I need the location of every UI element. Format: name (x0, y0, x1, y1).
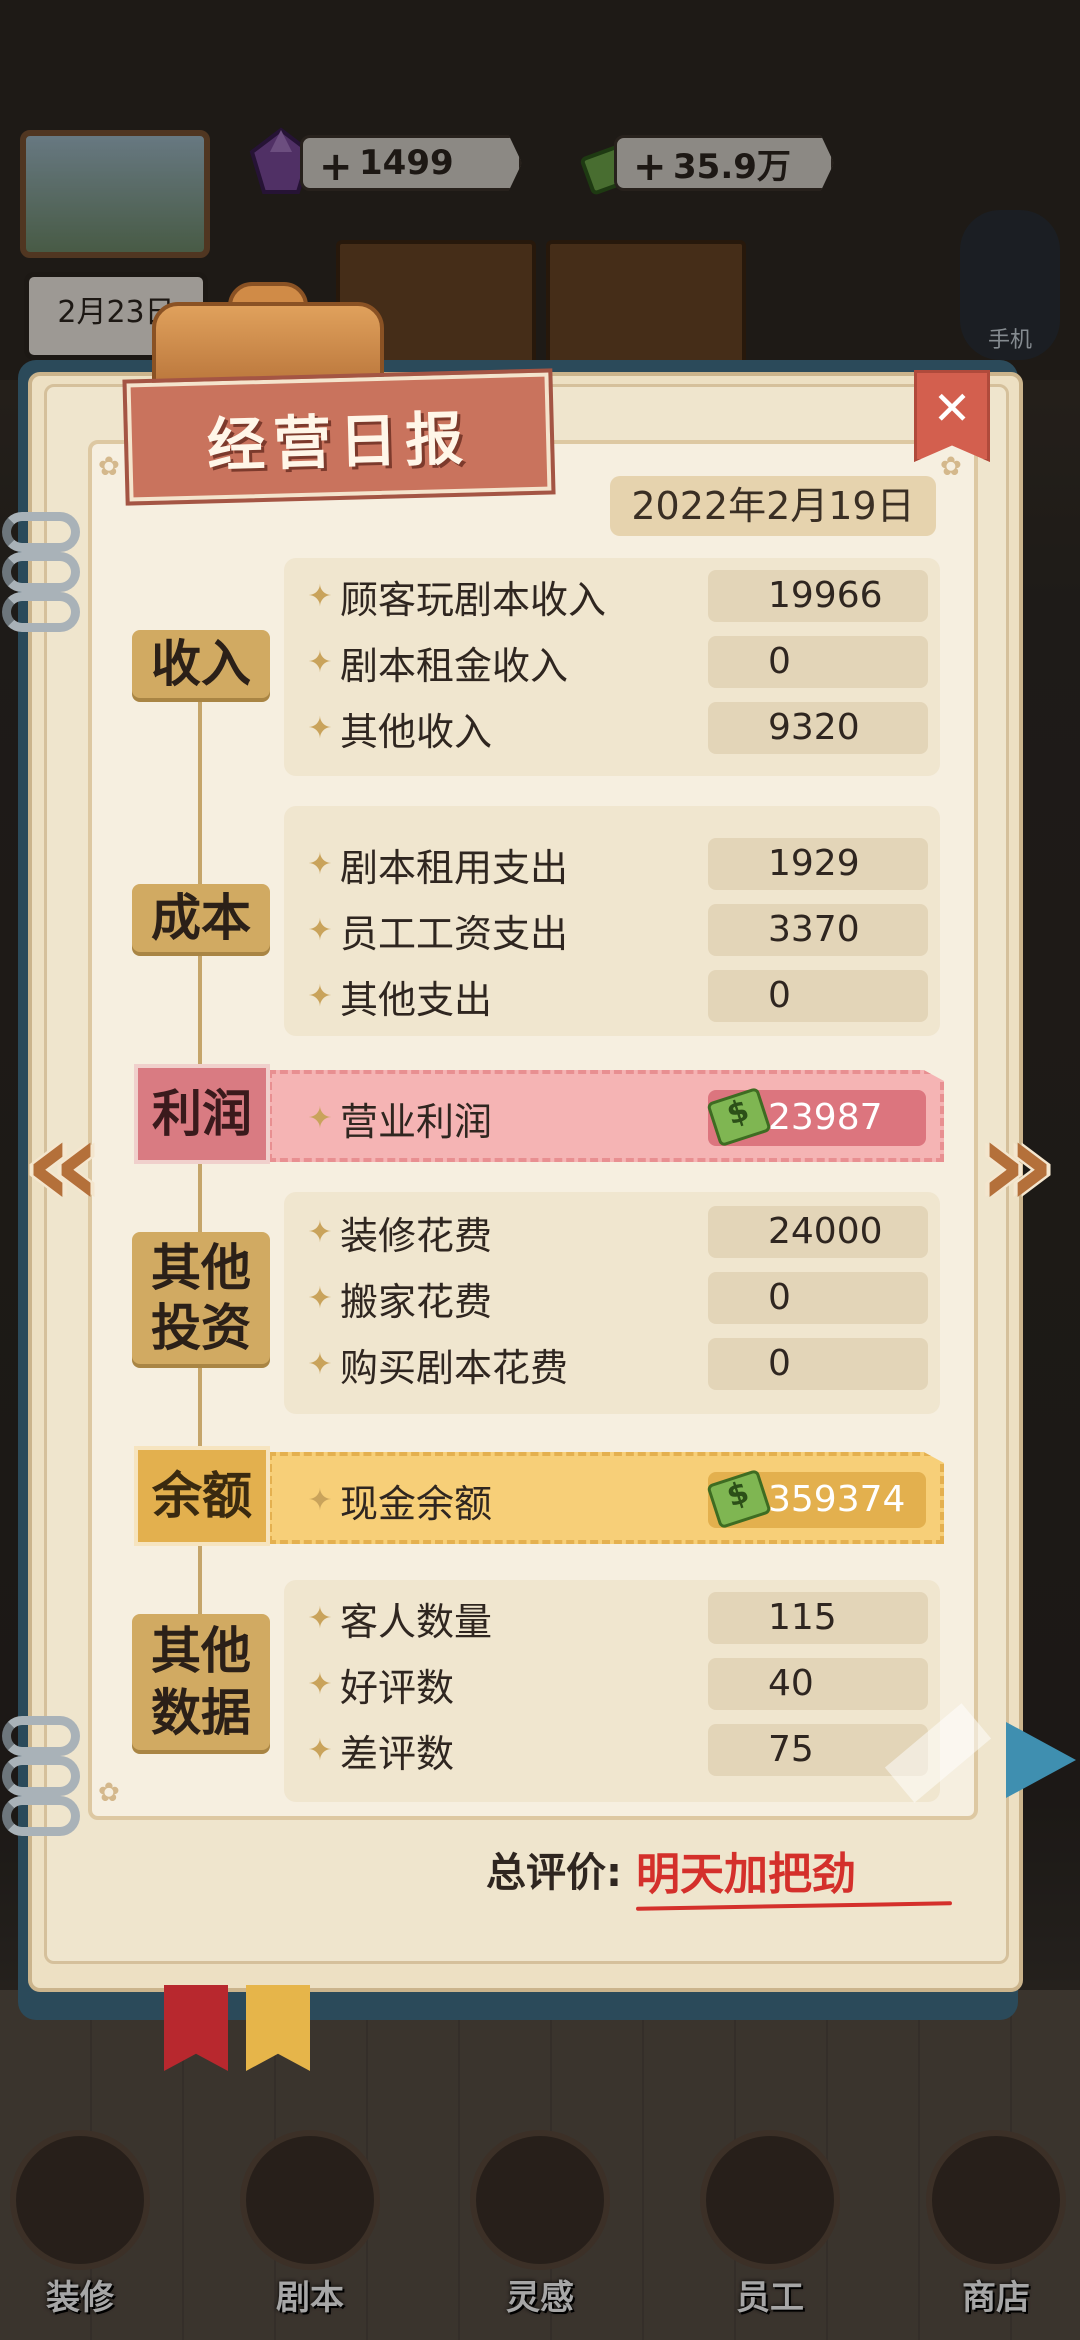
report-title: 经营日报 (122, 368, 556, 506)
row-label: 现金余额 (340, 1481, 493, 1526)
category-line: 其他 (151, 1239, 251, 1297)
list-item: ✦ 剧本租金收入 0 (300, 634, 930, 690)
row-value: 40 (708, 1658, 928, 1710)
star-icon: ✦ (307, 710, 333, 746)
income-category-label: 收入 (132, 630, 270, 698)
list-item: ✦ 好评数 40 (300, 1656, 930, 1712)
star-icon: ✦ (307, 1280, 333, 1316)
report-date: 2022年2月19日 (610, 476, 936, 536)
list-item: ✦ 剧本租用支出 1929 (300, 836, 930, 892)
list-item: ✦ 差评数 75 (300, 1722, 930, 1778)
list-item: ✦ 购买剧本花费 0 (300, 1336, 930, 1392)
category-line: 数据 (151, 1684, 251, 1742)
row-label: 员工工资支出 (340, 911, 569, 956)
list-item: ✦ 搬家花费 0 (300, 1270, 930, 1326)
profit-category-label: 利润 (134, 1064, 270, 1164)
star-icon: ✦ (307, 978, 333, 1014)
row-label: 好评数 (340, 1665, 455, 1710)
list-item: ✦ 其他收入 9320 (300, 700, 930, 756)
star-icon: ✦ (307, 1666, 333, 1702)
category-line: 其他 (151, 1622, 251, 1680)
star-icon: ✦ (307, 1600, 333, 1636)
star-icon: ✦ (307, 1732, 333, 1768)
corner-ornament-icon: ✿ (98, 1778, 120, 1808)
spiral-ring (2, 1716, 80, 1756)
list-item: ✦ 客人数量 115 (300, 1590, 930, 1646)
row-label: 剧本租金收入 (340, 643, 569, 688)
spiral-ring (2, 1756, 80, 1796)
star-icon: ✦ (307, 1214, 333, 1250)
row-label: 其他收入 (340, 709, 493, 754)
star-icon: ✦ (307, 1482, 333, 1518)
previous-page-icon[interactable]: « (8, 1105, 118, 1225)
spiral-ring (2, 552, 80, 592)
row-value: 9320 (708, 702, 928, 754)
star-icon: ✦ (307, 578, 333, 614)
cost-category-label: 成本 (132, 884, 270, 952)
corner-ornament-icon: ✿ (940, 452, 962, 482)
other-data-category-label: 其他 数据 (132, 1614, 270, 1750)
balance-category-label: 余额 (134, 1446, 270, 1546)
row-value: 3370 (708, 904, 928, 956)
star-icon: ✦ (307, 846, 333, 882)
row-label: 搬家花费 (340, 1279, 493, 1324)
row-label: 营业利润 (340, 1099, 493, 1144)
row-value: 0 (708, 970, 928, 1022)
category-line: 投资 (151, 1299, 251, 1357)
star-icon: ✦ (307, 1100, 333, 1136)
star-icon: ✦ (307, 912, 333, 948)
summary-value: 明天加把劲 (636, 1849, 856, 1900)
row-label: 剧本租用支出 (340, 845, 569, 890)
row-label: 其他支出 (340, 977, 493, 1022)
row-label: 顾客玩剧本收入 (340, 577, 607, 622)
investment-category-label: 其他 投资 (132, 1232, 270, 1364)
row-label: 差评数 (340, 1731, 455, 1776)
row-value: 24000 (708, 1206, 928, 1258)
row-label: 客人数量 (340, 1599, 493, 1644)
row-value: 0 (708, 1338, 928, 1390)
row-value: 0 (708, 1272, 928, 1324)
timeline-connector (198, 700, 202, 1720)
row-value: 1929 (708, 838, 928, 890)
list-item: ✦ 顾客玩剧本收入 19966 (300, 568, 930, 624)
row-value: 19966 (708, 570, 928, 622)
star-icon: ✦ (307, 644, 333, 680)
row-label: 装修花费 (340, 1213, 493, 1258)
row-value: 0 (708, 636, 928, 688)
next-page-icon[interactable]: » (962, 1105, 1072, 1225)
summary-label: 总评价: (486, 1850, 622, 1896)
star-icon: ✦ (307, 1346, 333, 1382)
corner-ornament-icon: ✿ (98, 452, 120, 482)
spiral-ring (2, 592, 80, 632)
list-item: ✦ 装修花费 24000 (300, 1204, 930, 1260)
spiral-ring (2, 512, 80, 552)
spiral-ring (2, 1796, 80, 1836)
list-item: ✦ 其他支出 0 (300, 968, 930, 1024)
row-label: 购买剧本花费 (340, 1345, 569, 1390)
list-item: ✦ 员工工资支出 3370 (300, 902, 930, 958)
row-value: 115 (708, 1592, 928, 1644)
